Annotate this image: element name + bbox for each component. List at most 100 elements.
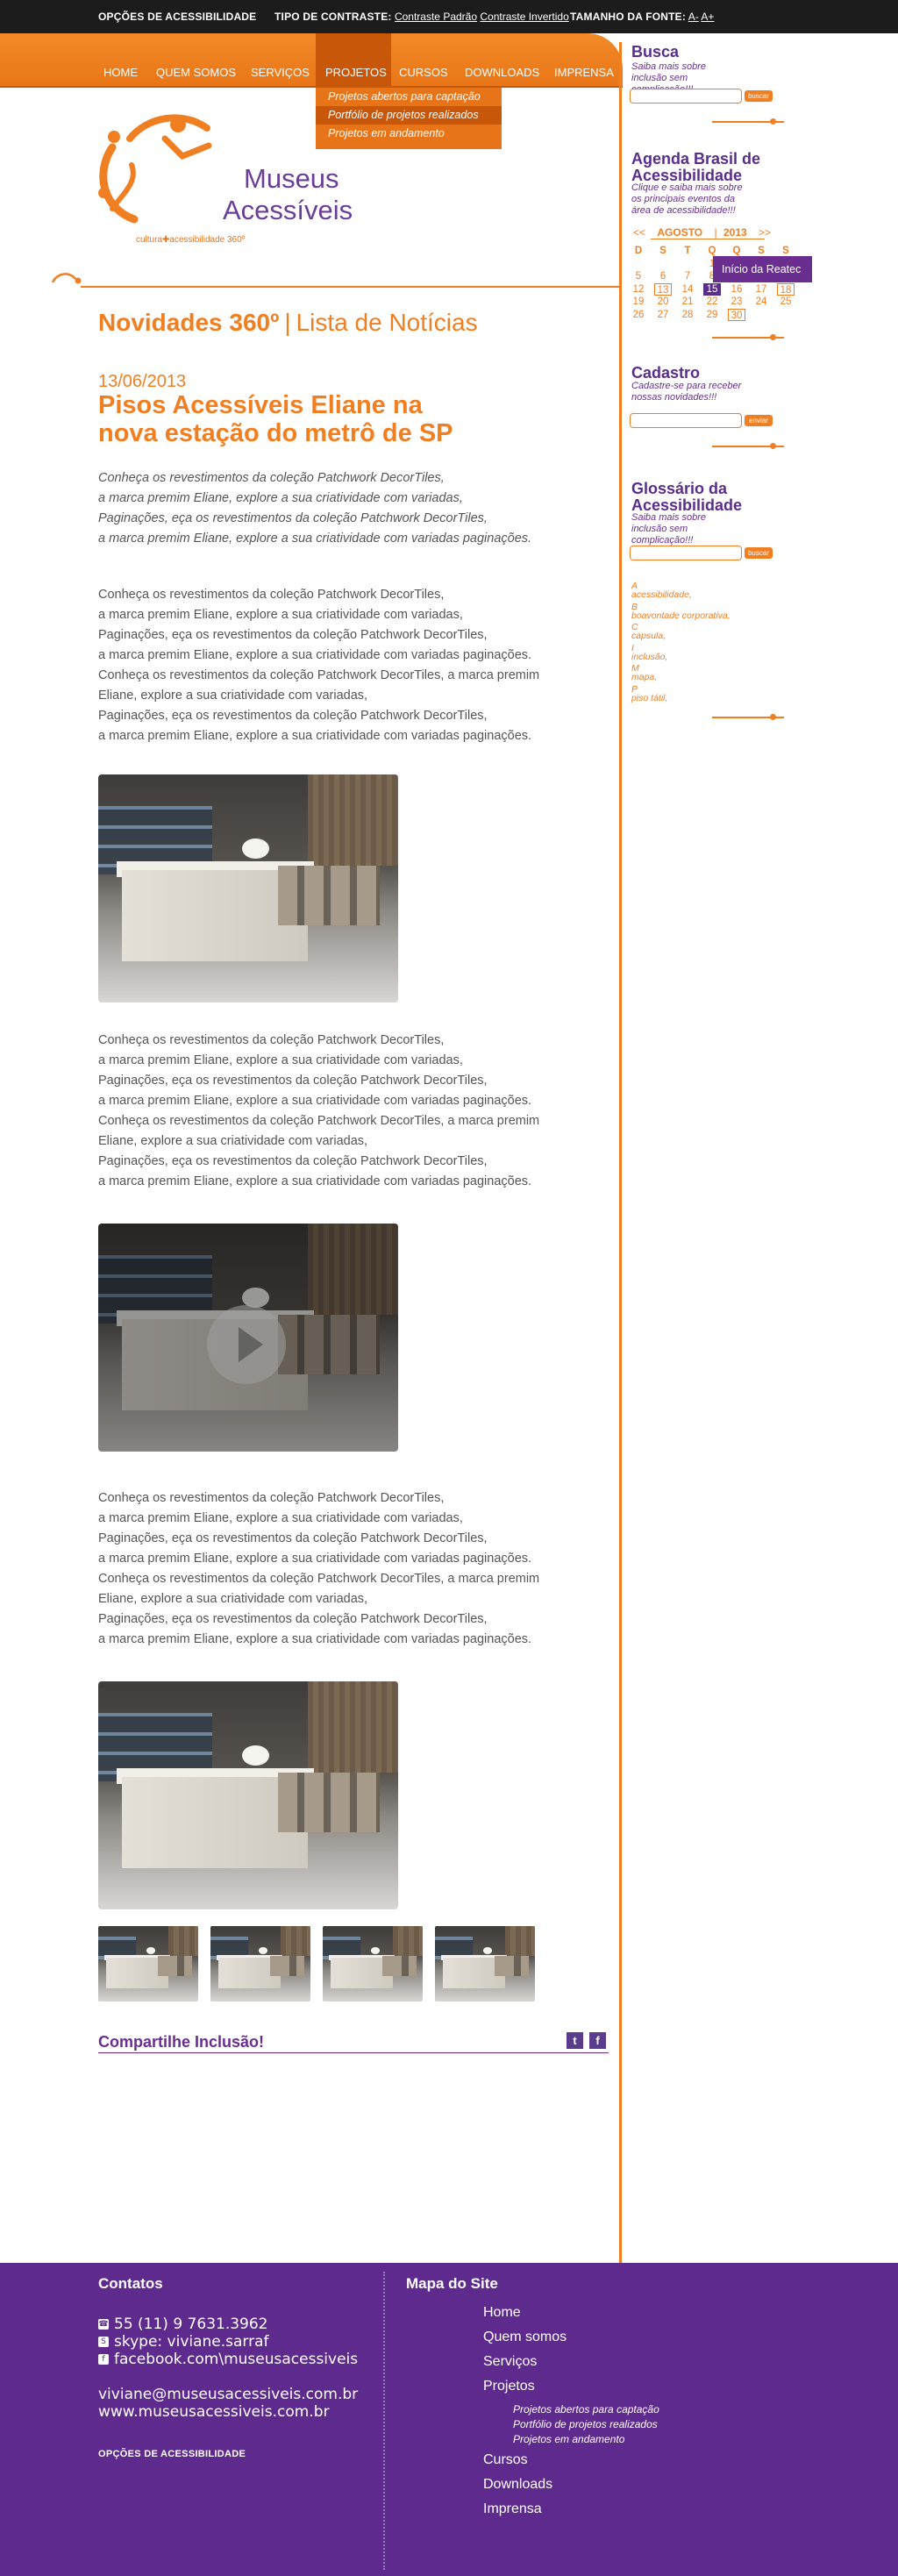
calendar-prev-button[interactable]: << — [633, 226, 645, 239]
swirl-ornament-icon — [51, 273, 82, 284]
calendar-day[interactable]: 13 — [654, 282, 672, 296]
play-icon[interactable] — [207, 1305, 286, 1384]
site-logo[interactable]: Museus Acessíveis cultura✚acessibilidade… — [95, 112, 375, 253]
main-nav: HOME QUEM SOMOS SERVIÇOS PROJETOS CURSOS… — [0, 33, 623, 88]
calendar-nav: << AGOSTO | 2013 >> — [633, 226, 771, 239]
video-overlay — [98, 1224, 398, 1452]
calendar-day[interactable]: 30 — [728, 309, 745, 321]
footer-divider — [383, 2272, 385, 2570]
glossary-term[interactable]: acessibilidade, — [631, 589, 692, 600]
calendar-day[interactable]: 15 — [703, 282, 721, 296]
gallery-main-photo[interactable] — [98, 1681, 398, 1909]
glossary-term[interactable]: capsula, — [631, 631, 666, 641]
accessibility-options-label[interactable]: OPÇÕES DE ACESSIBILIDADE — [98, 11, 256, 23]
search-button[interactable]: buscar — [745, 90, 773, 102]
calendar-month: AGOSTO — [657, 226, 703, 239]
sitemap-projetos-portfolio[interactable]: Portfólio de projetos realizados — [513, 2418, 658, 2430]
contact-email[interactable]: viviane@museusacessiveis.com.br — [98, 2386, 358, 2403]
nav-item-imprensa[interactable]: IMPRENSA — [554, 33, 614, 88]
calendar-day[interactable]: 14 — [679, 283, 696, 296]
gallery-thumb[interactable] — [323, 1926, 423, 2002]
calendar-day[interactable]: 20 — [654, 296, 672, 308]
calendar-day[interactable]: 26 — [630, 309, 647, 321]
contact-website[interactable]: www.museusacessiveis.com.br — [98, 2403, 330, 2421]
article-title[interactable]: Pisos Acessíveis Eliane na nova estação … — [98, 391, 467, 447]
calendar-weekday: S — [659, 246, 666, 256]
nav-item-home[interactable]: HOME — [103, 33, 138, 88]
font-size-group: TAMANHO DA FONTE: A- A+ — [570, 11, 714, 23]
facebook-icon: f — [98, 2354, 109, 2365]
logo-figures-icon — [98, 114, 212, 224]
sitemap-cursos[interactable]: Cursos — [483, 2452, 528, 2468]
register-title: Cadastro — [631, 364, 701, 382]
calendar-day[interactable]: 24 — [752, 296, 770, 308]
agenda-title: Agenda Brasil de Acessibilidade — [631, 150, 761, 184]
gallery-thumb[interactable] — [435, 1926, 535, 2002]
glossary-subtitle: Saiba mais sobre inclusão sem complicaçã… — [631, 512, 706, 546]
sitemap-projetos-andamento[interactable]: Projetos em andamento — [513, 2433, 624, 2445]
calendar-next-button[interactable]: >> — [759, 226, 771, 239]
sitemap-downloads[interactable]: Downloads — [483, 2477, 552, 2493]
sitemap-servicos[interactable]: Serviços — [483, 2354, 537, 2370]
calendar-day[interactable]: 17 — [752, 283, 770, 296]
calendar-day[interactable]: 16 — [728, 283, 745, 296]
logo-tagline: cultura✚acessibilidade 360º — [136, 235, 246, 245]
article-photo-1[interactable] — [98, 774, 398, 1003]
logo-title: Museus Acessíveis — [223, 163, 353, 225]
calendar-day[interactable]: 5 — [630, 270, 647, 282]
nav-item-projetos[interactable]: PROJETOS — [316, 33, 391, 88]
glossary-term[interactable]: inclusão, — [631, 652, 667, 662]
register-email-input[interactable] — [630, 413, 742, 428]
contact-facebook[interactable]: f facebook.com\museusacessiveis — [98, 2351, 358, 2368]
font-decrease-link[interactable]: A- — [688, 11, 699, 23]
glossary-search-input[interactable] — [630, 546, 742, 560]
calendar-day[interactable]: 23 — [728, 296, 745, 308]
search-input[interactable] — [630, 89, 742, 103]
font-size-label: TAMANHO DA FONTE: — [570, 11, 687, 23]
calendar-day[interactable]: 18 — [777, 282, 795, 296]
nav-item-quem-somos[interactable]: QUEM SOMOS — [156, 33, 236, 88]
nav-bottom-line — [0, 86, 623, 88]
nav-item-downloads[interactable]: DOWNLOADS — [465, 33, 539, 88]
contrast-standard-link[interactable]: Contraste Padrão — [395, 11, 477, 23]
footer-accessibility-options[interactable]: OPÇÕES DE ACESSIBILIDADE — [98, 2449, 246, 2459]
article-body-2: Conheça os revestimentos da coleção Patc… — [98, 1033, 540, 1188]
facebook-icon[interactable]: f — [589, 2032, 606, 2049]
calendar-day[interactable]: 25 — [777, 296, 795, 308]
glossary-term[interactable]: boavontade corporativa, — [631, 610, 731, 621]
contrast-inverted-link[interactable]: Contraste Invertido — [480, 11, 568, 23]
calendar-day[interactable]: 12 — [630, 283, 647, 296]
calendar-weekday: T — [684, 246, 691, 256]
calendar-day[interactable]: 6 — [654, 270, 672, 282]
calendar-day[interactable]: 22 — [703, 296, 721, 308]
register-button[interactable]: enviar — [745, 415, 773, 426]
contact-phone: ☎ 55 (11) 9 7631.3962 — [98, 2316, 268, 2333]
gallery-thumb[interactable] — [210, 1926, 310, 2002]
sitemap-quem-somos[interactable]: Quem somos — [483, 2330, 567, 2345]
sitemap-imprensa[interactable]: Imprensa — [483, 2501, 542, 2517]
nav-item-servicos[interactable]: SERVIÇOS — [251, 33, 310, 88]
divider-dot — [770, 443, 776, 449]
glossary-term[interactable]: mapa, — [631, 672, 657, 682]
calendar-day[interactable]: 21 — [679, 296, 696, 308]
divider-dot — [770, 334, 776, 340]
sitemap-home[interactable]: Home — [483, 2305, 521, 2321]
sitemap-projetos[interactable]: Projetos — [483, 2379, 535, 2394]
glossary-term[interactable]: piso tátil, — [631, 693, 667, 703]
sitemap-projetos-captacao[interactable]: Projetos abertos para captação — [513, 2403, 659, 2415]
calendar-day[interactable]: 29 — [703, 309, 721, 321]
gallery-thumb[interactable] — [98, 1926, 198, 2002]
contact-skype[interactable]: Sskype: viviane.sarraf — [98, 2333, 269, 2351]
search-title: Busca — [631, 43, 680, 61]
font-increase-link[interactable]: A+ — [701, 11, 714, 23]
register-subtitle: Cadastre-se para receber nossas novidade… — [631, 381, 742, 403]
calendar-day[interactable]: 27 — [654, 309, 672, 321]
calendar-day[interactable]: 7 — [679, 270, 696, 282]
dropdown-item-captacao[interactable]: Projetos abertos para captação — [316, 88, 502, 106]
glossary-search-button[interactable]: buscar — [745, 547, 773, 559]
calendar-weekday: Q — [732, 246, 741, 256]
nav-item-cursos[interactable]: CURSOS — [399, 33, 448, 88]
calendar-day[interactable]: 28 — [679, 309, 696, 321]
calendar-day[interactable]: 19 — [630, 296, 647, 308]
twitter-icon[interactable]: t — [567, 2032, 583, 2049]
